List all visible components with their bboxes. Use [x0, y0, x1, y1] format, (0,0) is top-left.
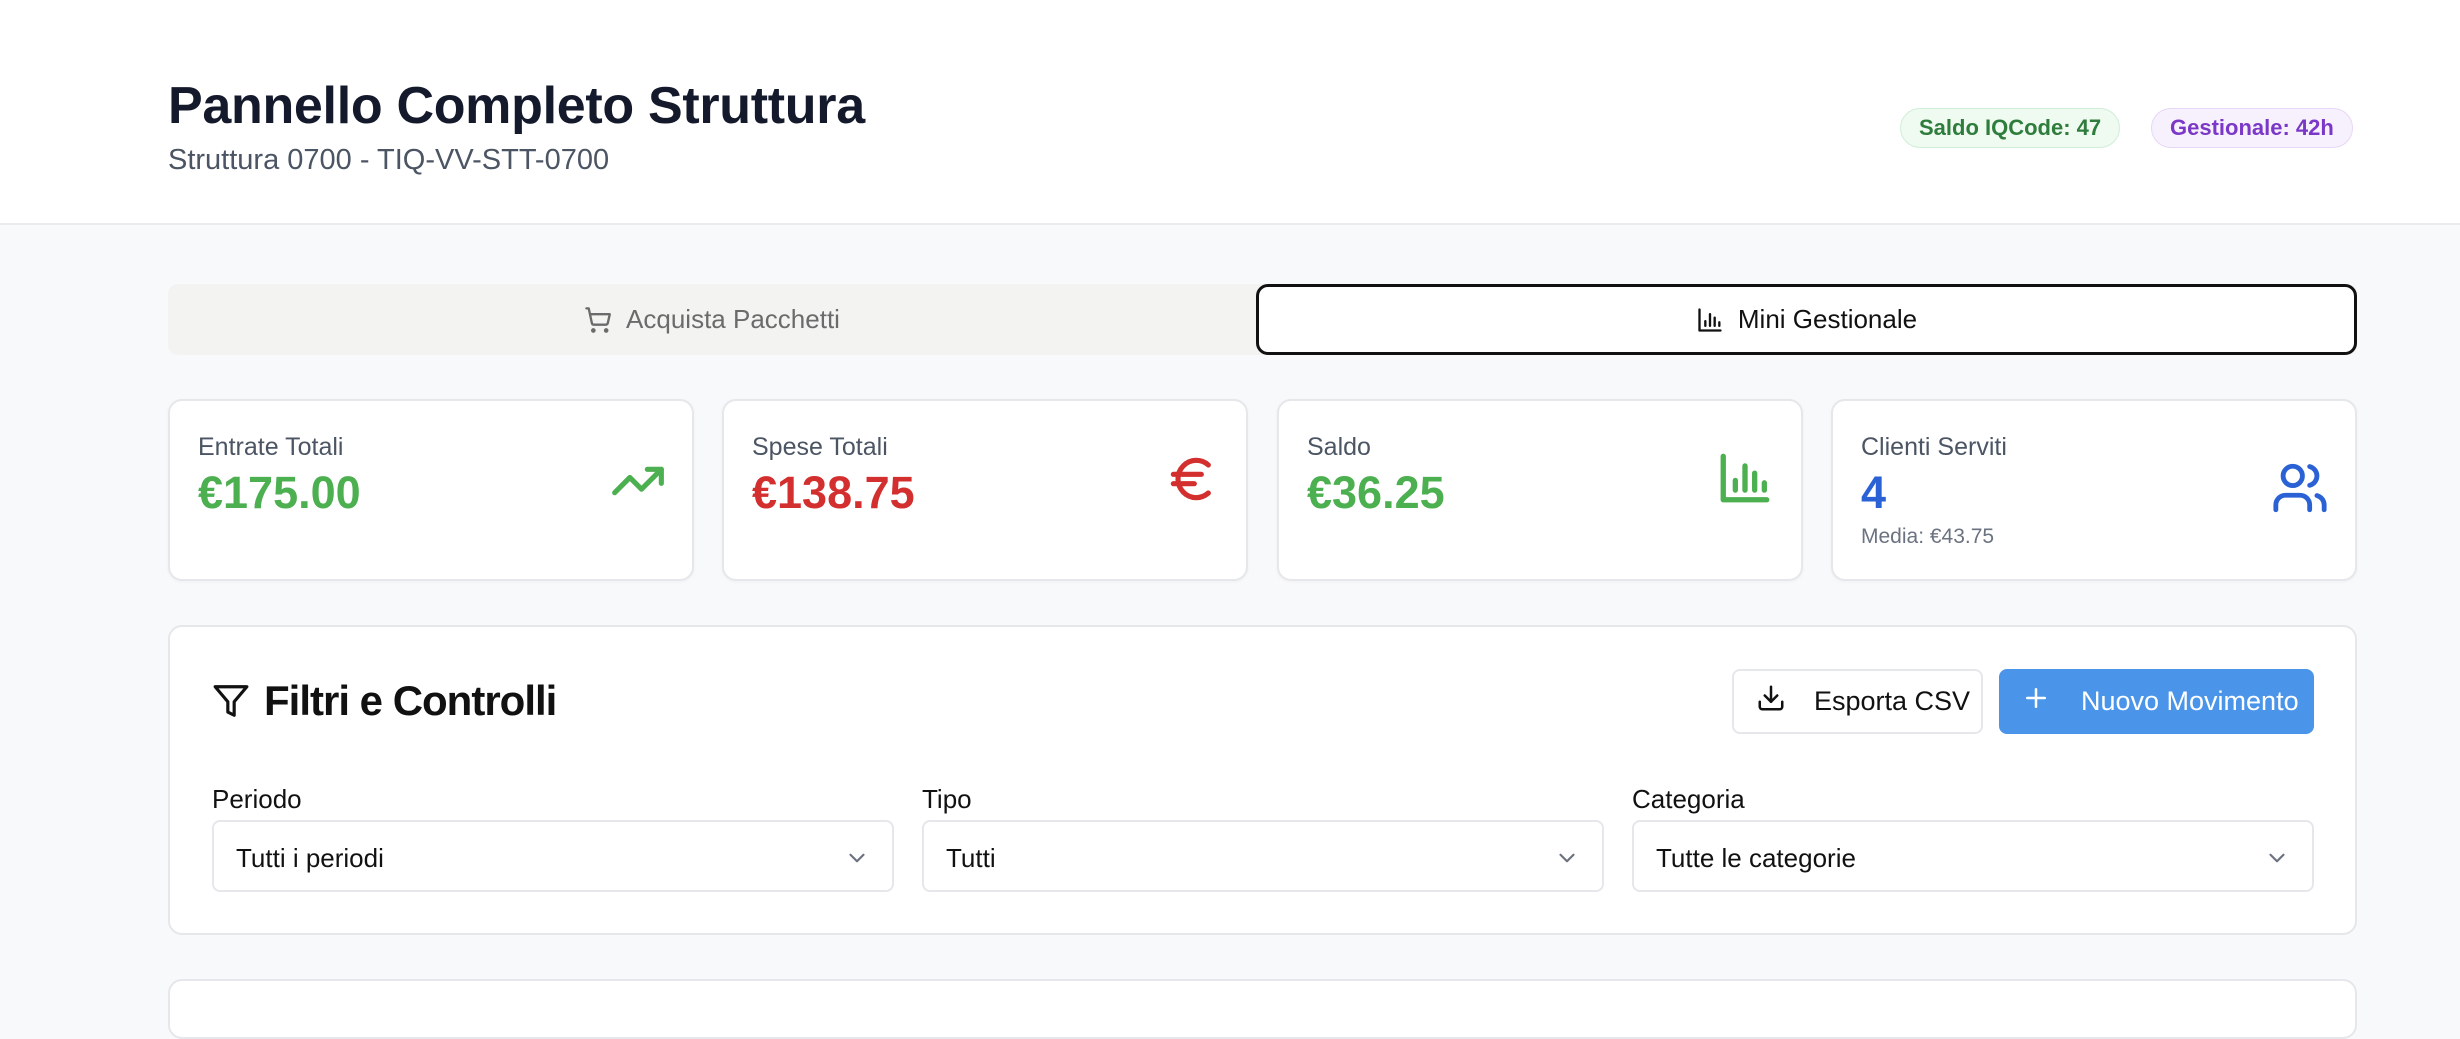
stat-value: €175.00	[198, 467, 361, 518]
tab-mini-gestionale[interactable]: Mini Gestionale	[1256, 284, 2357, 355]
tab-acquista-pacchetti[interactable]: Acquista Pacchetti	[168, 284, 1256, 355]
chevron-down-icon	[844, 845, 870, 876]
transactions-card	[168, 979, 2357, 1039]
filter-icon	[212, 682, 250, 720]
periodo-label: Periodo	[212, 784, 302, 814]
export-csv-button[interactable]: Esporta CSV	[1732, 669, 1983, 734]
stat-value: 4	[1861, 467, 1887, 518]
filters-panel: Filtri e Controlli Esporta CSV Nuovo Mov…	[168, 625, 2357, 935]
stat-card-spese: Spese Totali €138.75	[722, 399, 1248, 581]
stat-label: Entrate Totali	[198, 433, 344, 461]
plus-icon	[2021, 683, 2051, 720]
stat-card-saldo: Saldo €36.25	[1277, 399, 1803, 581]
new-movement-label: Nuovo Movimento	[2081, 686, 2299, 716]
stat-label: Spese Totali	[752, 433, 888, 461]
tab-label: Mini Gestionale	[1737, 304, 1918, 334]
page-header: Pannello Completo Struttura Struttura 07…	[0, 0, 2460, 225]
stat-label: Clienti Serviti	[1861, 433, 2007, 461]
bar-chart-icon	[1716, 449, 1774, 512]
stat-value: €36.25	[1307, 467, 1445, 518]
euro-icon	[1164, 451, 1220, 512]
periodo-select[interactable]: Tutti i periodi	[212, 820, 894, 892]
stat-value: €138.75	[752, 467, 915, 518]
select-value: Tutti	[946, 843, 996, 873]
export-csv-label: Esporta CSV	[1814, 686, 1971, 716]
download-icon	[1756, 683, 1786, 720]
select-value: Tutte le categorie	[1656, 843, 1856, 873]
gestionale-hours-badge: Gestionale: 42h	[2151, 108, 2353, 148]
chevron-down-icon	[1554, 845, 1580, 876]
filters-title: Filtri e Controlli	[264, 677, 557, 724]
stat-card-entrate: Entrate Totali €175.00	[168, 399, 694, 581]
bar-chart-icon	[1696, 306, 1724, 334]
iqcode-balance-badge: Saldo IQCode: 47	[1900, 108, 2121, 148]
tipo-select[interactable]: Tutti	[922, 820, 1604, 892]
filters-heading: Filtri e Controlli	[212, 677, 557, 725]
categoria-select[interactable]: Tutte le categorie	[1632, 820, 2314, 892]
shopping-cart-icon	[584, 306, 612, 334]
page-title: Pannello Completo Struttura	[168, 77, 865, 135]
page-subtitle: Struttura 0700 - TIQ-VV-STT-0700	[168, 144, 610, 176]
tab-label: Acquista Pacchetti	[626, 304, 840, 334]
categoria-label: Categoria	[1632, 784, 1745, 814]
tab-bar: Acquista Pacchetti Mini Gestionale	[168, 284, 2357, 355]
stat-subtext: Media: €43.75	[1861, 525, 1995, 548]
stat-label: Saldo	[1307, 433, 1371, 461]
stat-card-clienti: Clienti Serviti 4 Media: €43.75	[1831, 399, 2357, 581]
trending-up-icon	[610, 453, 666, 514]
select-value: Tutti i periodi	[236, 843, 384, 873]
users-icon	[2271, 459, 2329, 522]
new-movement-button[interactable]: Nuovo Movimento	[1999, 669, 2314, 734]
tipo-label: Tipo	[922, 784, 972, 814]
chevron-down-icon	[2264, 845, 2290, 876]
